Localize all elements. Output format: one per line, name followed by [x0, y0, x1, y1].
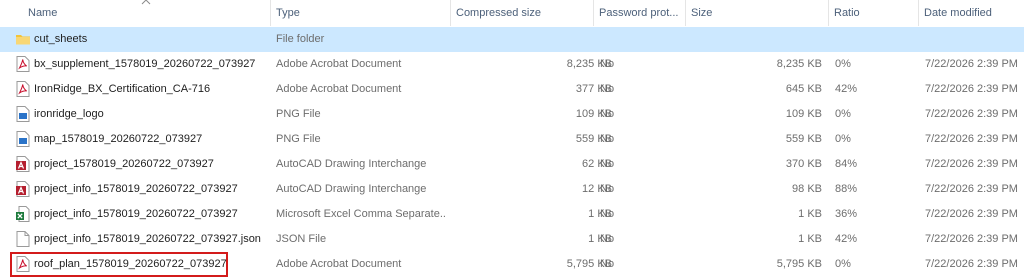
compressed-size: 62 KB — [582, 158, 612, 170]
compression-ratio: 42% — [835, 83, 858, 95]
password-protected: No — [600, 133, 615, 145]
table-row[interactable]: project_1578019_20260722_073927 AutoCAD D… — [0, 152, 1024, 177]
pdf-icon — [16, 56, 30, 72]
sort-ascending-icon — [141, 0, 151, 5]
date-modified: 7/22/2026 2:39 PM — [925, 133, 1018, 145]
file-type: Adobe Acrobat Document — [276, 258, 402, 270]
file-type: Adobe Acrobat Document — [276, 58, 402, 70]
file-type: JSON File — [276, 233, 327, 245]
date-modified: 7/22/2026 2:39 PM — [925, 108, 1018, 120]
compressed-size: 559 KB — [575, 133, 612, 145]
compression-ratio: 84% — [835, 158, 858, 170]
folder-icon — [16, 31, 30, 47]
file-size: 8,235 KB — [776, 58, 822, 70]
file-size — [690, 27, 822, 52]
file-type: File folder — [276, 33, 325, 45]
password-protected — [600, 27, 680, 52]
file-name: map_1578019_20260722_073927 — [34, 133, 203, 145]
table-row[interactable]: ironridge_logo PNG File 109 KB No 109 KB 0% 7/… — [0, 102, 1024, 127]
file-name: project_info_1578019_20260722_073927 — [34, 183, 238, 195]
column-header-ratio[interactable]: Ratio — [828, 0, 918, 26]
file-size: 645 KB — [785, 83, 822, 95]
table-row[interactable]: map_1578019_20260722_073927 PNG File 559 K… — [0, 127, 1024, 152]
compression-ratio: 0% — [835, 133, 851, 145]
password-protected: No — [600, 183, 615, 195]
date-modified: 7/22/2026 2:39 PM — [925, 158, 1018, 170]
column-header-compressed-size[interactable]: Compressed size — [450, 0, 593, 26]
password-protected: No — [600, 83, 615, 95]
compressed-size: 377 KB — [575, 83, 612, 95]
file-size: 559 KB — [785, 133, 822, 145]
json-file-icon — [16, 231, 30, 247]
file-name: cut_sheets — [34, 33, 88, 45]
file-size: 1 KB — [798, 233, 822, 245]
password-protected: No — [600, 58, 615, 70]
column-header-type[interactable]: Type — [270, 0, 450, 26]
compression-ratio — [835, 27, 915, 52]
file-name: bx_supplement_1578019_20260722_073927 — [34, 58, 256, 70]
file-size: 5,795 KB — [776, 258, 822, 270]
compression-ratio: 0% — [835, 108, 851, 120]
file-name: project_info_1578019_20260722_073927 — [34, 208, 238, 220]
table-row[interactable]: project_info_1578019_20260722_073927.jso… — [0, 227, 1024, 252]
compressed-size: 1 KB — [588, 208, 612, 220]
autocad-icon — [16, 156, 30, 172]
png-icon — [16, 106, 30, 122]
password-protected: No — [600, 158, 615, 170]
date-modified: 7/22/2026 2:39 PM — [925, 208, 1018, 220]
table-row[interactable]: project_info_1578019_20260722_073927 Micr… — [0, 202, 1024, 227]
file-name: project_1578019_20260722_073927 — [34, 158, 214, 170]
compressed-size: 1 KB — [588, 233, 612, 245]
pdf-icon — [16, 81, 30, 97]
date-modified: 7/22/2026 2:39 PM — [925, 83, 1018, 95]
compression-ratio: 0% — [835, 58, 851, 70]
compressed-size: 109 KB — [575, 108, 612, 120]
column-header-date-modified[interactable]: Date modified — [918, 0, 1024, 26]
compressed-size: 12 KB — [582, 183, 612, 195]
compression-ratio: 88% — [835, 183, 858, 195]
date-modified: 7/22/2026 2:39 PM — [925, 233, 1018, 245]
file-type: PNG File — [276, 108, 321, 120]
compressed-size: 8,235 KB — [566, 58, 612, 70]
file-size: 98 KB — [792, 183, 822, 195]
compressed-size — [450, 27, 612, 52]
compressed-size: 5,795 KB — [566, 258, 612, 270]
file-type: Adobe Acrobat Document — [276, 83, 402, 95]
autocad-icon — [16, 181, 30, 197]
table-row[interactable]: bx_supplement_1578019_20260722_073927 Ado… — [0, 52, 1024, 77]
file-type: Microsoft Excel Comma Separate... — [276, 208, 446, 220]
date-modified: 7/22/2026 2:39 PM — [925, 183, 1018, 195]
date-modified: 7/22/2026 2:39 PM — [925, 258, 1018, 270]
excel-csv-icon — [16, 206, 30, 222]
file-type: PNG File — [276, 133, 321, 145]
file-size: 109 KB — [785, 108, 822, 120]
compression-ratio: 42% — [835, 233, 858, 245]
file-type: AutoCAD Drawing Interchange — [276, 158, 427, 170]
file-name: ironridge_logo — [34, 108, 104, 120]
date-modified — [925, 27, 1024, 52]
focus-highlight-box — [10, 252, 228, 277]
password-protected: No — [600, 233, 615, 245]
column-header-bar: Name Type Compressed size Password prot.… — [0, 0, 1024, 26]
table-row[interactable]: cut_sheets File folder — [0, 27, 1024, 52]
password-protected: No — [600, 208, 615, 220]
file-size: 1 KB — [798, 208, 822, 220]
password-protected: No — [600, 108, 615, 120]
compression-ratio: 36% — [835, 208, 858, 220]
file-type: AutoCAD Drawing Interchange — [276, 183, 427, 195]
png-icon — [16, 131, 30, 147]
table-row[interactable]: project_info_1578019_20260722_073927 Auto… — [0, 177, 1024, 202]
file-name: IronRidge_BX_Certification_CA-716 — [34, 83, 211, 95]
date-modified: 7/22/2026 2:39 PM — [925, 58, 1018, 70]
table-row[interactable]: IronRidge_BX_Certification_CA-716 Adobe A… — [0, 77, 1024, 102]
file-size: 370 KB — [785, 158, 822, 170]
password-protected: No — [600, 258, 615, 270]
column-header-password-protected[interactable]: Password prot... — [593, 0, 685, 26]
file-name: project_info_1578019_20260722_073927.jso… — [34, 233, 261, 245]
compression-ratio: 0% — [835, 258, 851, 270]
column-header-size[interactable]: Size — [685, 0, 828, 26]
